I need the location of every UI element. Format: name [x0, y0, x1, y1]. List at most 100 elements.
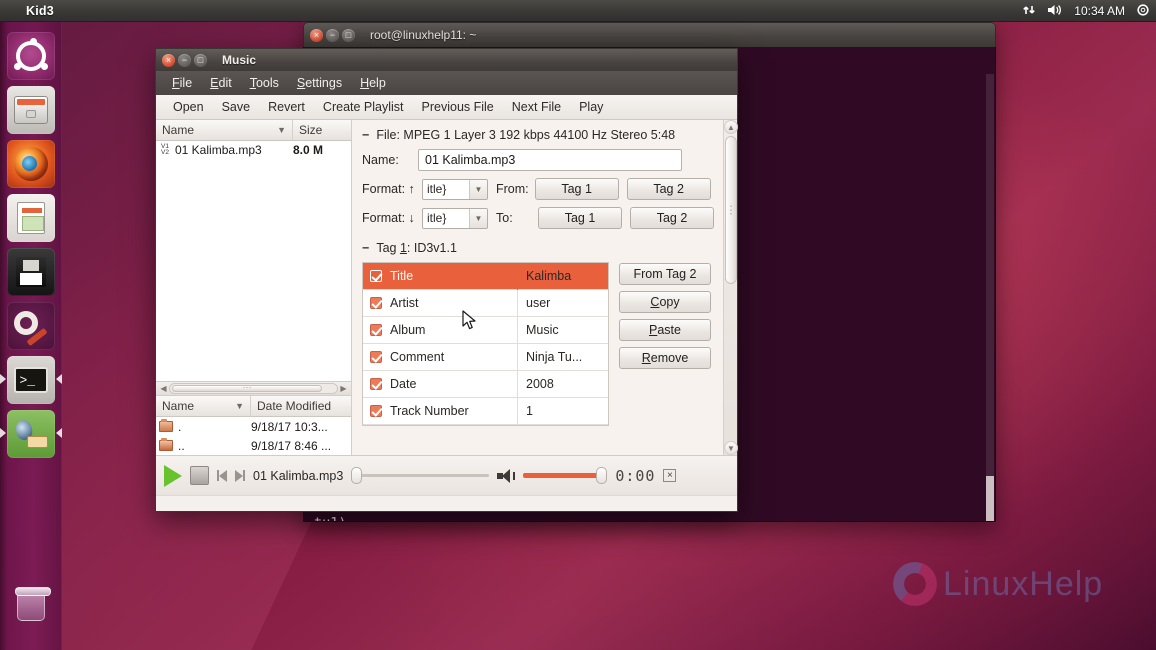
tag-row[interactable]: Artist user: [363, 289, 608, 317]
tag-value-cell[interactable]: 2008: [518, 377, 608, 391]
from-tag2-button[interactable]: Tag 2: [626, 178, 711, 200]
terminal-scrollbar-thumb[interactable]: [986, 476, 994, 521]
toolbar-revert[interactable]: Revert: [259, 97, 314, 117]
file-section-header[interactable]: − File: MPEG 1 Layer 3 192 kbps 44100 Hz…: [362, 128, 717, 142]
tag-pane-scrollbar-thumb[interactable]: [725, 136, 737, 284]
file-list-row[interactable]: V1 V2 01 Kalimba.mp3 8.0 M: [156, 141, 351, 158]
player-close-icon[interactable]: ×: [663, 469, 677, 482]
paste-button[interactable]: Paste: [619, 319, 711, 341]
tag-row[interactable]: Track Number 1: [363, 397, 608, 425]
launcher-item-terminal[interactable]: >_: [0, 356, 62, 404]
toolbar-create-playlist[interactable]: Create Playlist: [314, 97, 413, 117]
tag-value-cell[interactable]: Ninja Tu...: [518, 350, 608, 364]
tag-section-header[interactable]: − Tag 1: ID3v1.1: [362, 241, 717, 255]
tag-row[interactable]: Date 2008: [363, 370, 608, 398]
toolbar-save[interactable]: Save: [213, 97, 260, 117]
remove-button[interactable]: Remove: [619, 347, 711, 369]
previous-track-icon[interactable]: [217, 469, 227, 482]
menu-edit[interactable]: Edit: [202, 73, 240, 93]
speaker-icon[interactable]: [497, 468, 516, 483]
scroll-down-icon[interactable]: ▼: [724, 441, 738, 455]
panel-app-name[interactable]: Kid3: [26, 4, 54, 18]
kid3-titlebar[interactable]: × − □ Music: [156, 49, 737, 71]
format-up-combo[interactable]: itle} ▼: [422, 178, 488, 200]
chevron-down-icon[interactable]: ▼: [469, 179, 487, 199]
kid3-close-button[interactable]: ×: [162, 53, 175, 67]
scroll-right-icon[interactable]: ▶: [338, 384, 349, 393]
tag-value-cell[interactable]: Music: [518, 323, 608, 337]
dir-list[interactable]: . 9/18/17 10:3... .. 9/18/17 8:46 ...: [156, 417, 351, 455]
kid3-window[interactable]: × − □ Music File Edit Tools Settings Hel…: [155, 48, 738, 512]
menu-settings[interactable]: Settings: [289, 73, 350, 93]
stop-icon[interactable]: [190, 466, 209, 485]
position-slider[interactable]: [351, 467, 490, 484]
tag-row[interactable]: Comment Ninja Tu...: [363, 343, 608, 371]
kid3-minimize-button[interactable]: −: [178, 53, 191, 67]
launcher-item-firefox[interactable]: [6, 140, 55, 188]
volume-slider[interactable]: [523, 467, 608, 484]
launcher-item-system-settings[interactable]: [6, 302, 55, 350]
scroll-up-icon[interactable]: ▲: [724, 120, 738, 134]
menu-file[interactable]: File: [164, 73, 200, 93]
copy-button[interactable]: Copy: [619, 291, 711, 313]
tag-row[interactable]: Album Music: [363, 316, 608, 344]
launcher-item-trash[interactable]: [7, 582, 55, 630]
file-browser-horizontal-scrollbar[interactable]: ◀ ▶: [156, 381, 351, 396]
dir-list-row[interactable]: . 9/18/17 10:3...: [156, 417, 351, 436]
hscroll-track[interactable]: [169, 383, 338, 394]
network-up-down-icon[interactable]: [1022, 3, 1036, 19]
next-track-icon[interactable]: [235, 469, 245, 482]
tag-key-cell[interactable]: Artist: [363, 289, 518, 317]
launcher-item-impress[interactable]: [6, 194, 55, 242]
play-icon[interactable]: [164, 464, 182, 487]
volume-icon[interactable]: [1047, 3, 1063, 19]
position-slider-knob[interactable]: [351, 467, 363, 484]
hscroll-thumb[interactable]: [172, 385, 322, 392]
file-name-input[interactable]: 01 Kalimba.mp3: [418, 149, 682, 171]
tag-key-cell[interactable]: Date: [363, 370, 518, 398]
dir-list-row[interactable]: .. 9/18/17 8:46 ...: [156, 436, 351, 455]
tag-value-cell[interactable]: 1: [518, 404, 608, 418]
dir-list-column-date[interactable]: Date Modified: [251, 396, 351, 417]
kid3-maximize-button[interactable]: □: [194, 53, 207, 67]
gear-icon[interactable]: [1136, 3, 1150, 19]
tag-key-cell[interactable]: Title: [363, 262, 518, 290]
tag-enabled-checkbox[interactable]: [370, 378, 382, 390]
tag-enabled-checkbox[interactable]: [370, 297, 382, 309]
tag-table[interactable]: Title Kalimba Artist user Album Music Comment N…: [362, 262, 609, 426]
collapse-tag-section-icon[interactable]: −: [362, 241, 369, 255]
launcher-item-kid3[interactable]: [0, 410, 62, 458]
tag-row[interactable]: Title Kalimba: [363, 262, 608, 290]
terminal-scrollbar[interactable]: [986, 74, 994, 521]
toolbar-previous-file[interactable]: Previous File: [413, 97, 503, 117]
file-list-column-size[interactable]: Size: [293, 120, 351, 141]
tag-enabled-checkbox[interactable]: [370, 270, 382, 282]
tag-enabled-checkbox[interactable]: [370, 405, 382, 417]
scroll-left-icon[interactable]: ◀: [158, 384, 169, 393]
terminal-minimize-button[interactable]: −: [326, 28, 339, 42]
menu-help[interactable]: Help: [352, 73, 394, 93]
chevron-down-icon[interactable]: ▼: [469, 208, 487, 228]
launcher-item-files[interactable]: [6, 86, 55, 134]
volume-slider-knob[interactable]: [596, 467, 608, 484]
tag-enabled-checkbox[interactable]: [370, 324, 382, 336]
from-tag1-button[interactable]: Tag 1: [534, 178, 619, 200]
tag-value-cell[interactable]: Kalimba: [518, 269, 608, 283]
tag-key-cell[interactable]: Album: [363, 316, 518, 344]
file-list[interactable]: V1 V2 01 Kalimba.mp3 8.0 M: [156, 141, 351, 381]
menu-tools[interactable]: Tools: [242, 73, 287, 93]
tag-pane-scrollbar[interactable]: ▲ ▼: [723, 120, 738, 455]
tag-key-cell[interactable]: Comment: [363, 343, 518, 371]
tag-key-cell[interactable]: Track Number: [363, 397, 518, 425]
file-list-column-name[interactable]: Name ▼: [156, 119, 293, 141]
toolbar-play[interactable]: Play: [570, 97, 612, 117]
toolbar-next-file[interactable]: Next File: [503, 97, 570, 117]
format-down-combo[interactable]: itle} ▼: [422, 207, 488, 229]
terminal-close-button[interactable]: ×: [310, 28, 323, 42]
launcher-item-ubuntu-dash[interactable]: [6, 32, 55, 80]
from-tag-2-button[interactable]: From Tag 2: [619, 263, 711, 285]
clock[interactable]: 10:34 AM: [1074, 4, 1125, 18]
to-tag2-button[interactable]: Tag 2: [630, 207, 714, 229]
to-tag1-button[interactable]: Tag 1: [538, 207, 622, 229]
terminal-titlebar[interactable]: × − □ root@linuxhelp11: ~: [303, 22, 996, 47]
